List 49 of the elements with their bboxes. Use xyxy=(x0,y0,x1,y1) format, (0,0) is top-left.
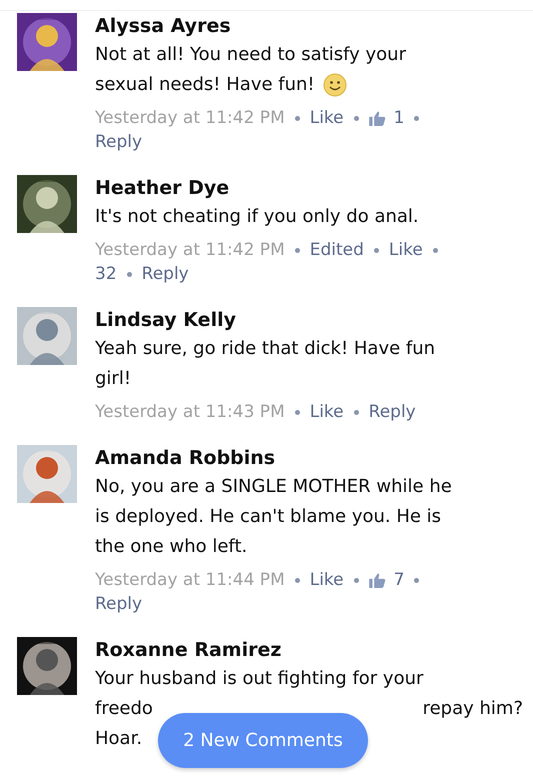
like-count: 32 xyxy=(95,263,117,286)
separator-dot xyxy=(126,272,132,276)
separator-dot xyxy=(414,116,420,120)
separator-dot xyxy=(294,410,300,414)
comment-text: the one who left. xyxy=(95,535,248,559)
action-link[interactable]: Reply xyxy=(95,130,142,154)
action-link[interactable]: Like xyxy=(388,238,423,262)
new-comments-button[interactable]: 2 New Comments xyxy=(158,713,368,768)
comment-text: freedo xyxy=(95,697,153,721)
comment-text: Your husband is out fighting for your xyxy=(95,667,424,691)
separator-dot xyxy=(354,410,359,414)
author-name[interactable]: Alyssa Ayres xyxy=(95,12,231,40)
separator-dot xyxy=(294,248,300,252)
comment-text: is deployed. He can't blame you. He is xyxy=(95,505,442,529)
action-link[interactable]: Like xyxy=(310,568,344,592)
thumbs-up-icon xyxy=(368,110,386,126)
timestamp: Yesterday at 11:44 PM xyxy=(95,569,285,592)
author-name[interactable]: Heather Dye xyxy=(95,174,230,202)
comment-text: Not at all! You need to satisfy your xyxy=(95,43,406,67)
author-name[interactable]: Amanda Robbins xyxy=(95,444,276,472)
author-name[interactable]: Lindsay Kelly xyxy=(95,306,236,334)
comment-text: Yeah sure, go ride that dick! Have fun xyxy=(95,337,436,361)
action-link[interactable]: Like xyxy=(310,106,344,130)
action-link[interactable]: Like xyxy=(310,400,344,424)
smiley-icon xyxy=(322,73,347,97)
separator-dot xyxy=(354,116,359,120)
separator-dot xyxy=(414,578,420,582)
timestamp: Yesterday at 11:42 PM xyxy=(95,239,285,262)
comment-text: Hoar. xyxy=(95,727,142,751)
separator-dot xyxy=(354,578,359,582)
action-link[interactable]: Edited xyxy=(310,238,364,262)
author-name[interactable]: Roxanne Ramirez xyxy=(95,636,282,664)
separator-dot xyxy=(294,116,300,120)
action-link[interactable]: Reply xyxy=(95,592,142,616)
like-count: 7 xyxy=(394,569,404,592)
comment-text: No, you are a SINGLE MOTHER while he xyxy=(95,475,452,499)
separator-dot xyxy=(432,248,438,252)
separator-dot xyxy=(374,248,379,252)
separator-dot xyxy=(294,578,300,582)
action-link[interactable]: Reply xyxy=(142,262,189,286)
comment-text: girl! xyxy=(95,367,132,391)
timestamp: Yesterday at 11:43 PM xyxy=(95,401,285,424)
comment-text: It's not cheating if you only do anal. xyxy=(95,205,419,229)
like-count: 1 xyxy=(394,107,404,130)
timestamp: Yesterday at 11:42 PM xyxy=(95,107,285,130)
comment-text: repay him? xyxy=(422,697,523,721)
comment-text: sexual needs! Have fun! xyxy=(95,73,315,97)
action-link[interactable]: Reply xyxy=(368,400,416,424)
thumbs-up-icon xyxy=(368,572,386,588)
